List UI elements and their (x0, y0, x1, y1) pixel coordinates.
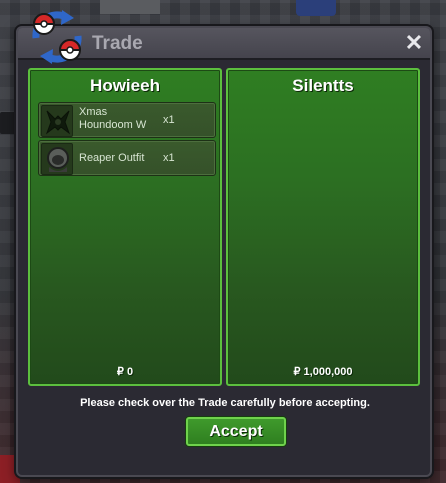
trade-content: Howieeh Xmas Houndoom W x1 Reaper Outfit… (28, 68, 422, 446)
item-name: Reaper Outfit (79, 152, 145, 164)
trade-notice: Please check over the Trade carefully be… (80, 397, 370, 409)
reaper-outfit-icon (41, 143, 73, 175)
item-quantity: x1 (163, 114, 175, 126)
accept-button[interactable]: Accept (186, 417, 286, 446)
houndoom-costume-icon (41, 105, 73, 137)
trade-item[interactable]: Xmas Houndoom W x1 (38, 102, 216, 138)
background-sprite (100, 0, 160, 14)
right-money-amount: ₽ 1,000,000 (293, 366, 353, 378)
close-button[interactable]: ✕ (404, 32, 424, 54)
left-offer-panel: Howieeh Xmas Houndoom W x1 Reaper Outfit… (28, 68, 222, 386)
trade-exchange-icon (32, 10, 82, 64)
trade-item[interactable]: Reaper Outfit x1 (38, 140, 216, 176)
right-offer-panel: Silentts ₽ 1,000,000 (226, 68, 420, 386)
item-quantity: x1 (163, 152, 175, 164)
left-money-amount: ₽ 0 (116, 366, 134, 378)
item-name: Xmas Houndoom W (79, 106, 147, 131)
trade-window: Trade ✕ Howieeh Xmas Houndoom W x1 Reape… (16, 10, 432, 477)
right-player-name: Silentts (292, 76, 354, 95)
background-sprite (296, 0, 336, 16)
window-title: Trade (92, 33, 143, 54)
left-player-name: Howieeh (90, 76, 160, 95)
background-sprite (0, 112, 16, 134)
